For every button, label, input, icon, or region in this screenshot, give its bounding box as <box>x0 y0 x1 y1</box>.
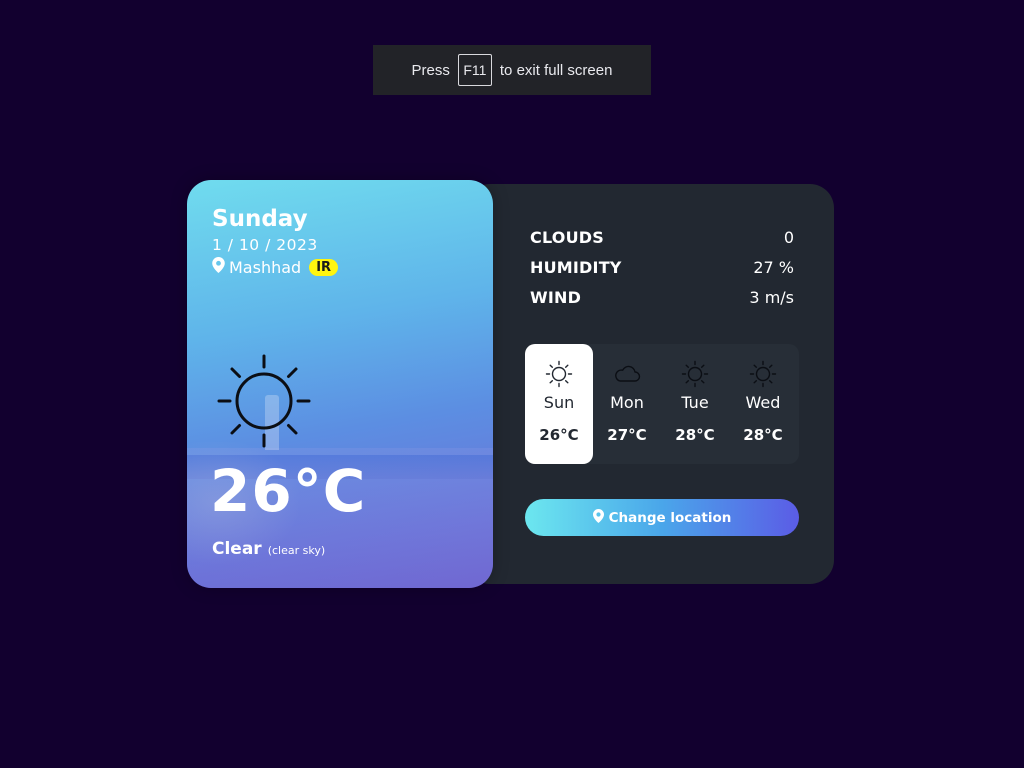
page: Press F11 to exit full screen CLOUDS 0 H… <box>0 0 1024 768</box>
day-temp: 28°C <box>675 426 715 444</box>
day-wed[interactable]: Wed 28°C <box>729 344 797 464</box>
day-temp: 26°C <box>539 426 579 444</box>
sun-icon <box>544 360 574 388</box>
city-name: Mashhad <box>229 257 302 277</box>
sun-icon <box>680 360 710 388</box>
week-forecast: Sun 26°C Mon 27°C Tue 28°C Wed 28°C <box>525 344 799 464</box>
day-mon[interactable]: Mon 27°C <box>593 344 661 464</box>
stat-wind: WIND 3 m/s <box>530 282 794 312</box>
day-name: Tue <box>681 393 709 412</box>
day-name: Sun <box>543 393 575 412</box>
sun-icon <box>748 360 778 388</box>
weather-info-panel: CLOUDS 0 HUMIDITY 27 % WIND 3 m/s Sun 26… <box>466 184 834 584</box>
stat-value: 27 % <box>753 257 794 277</box>
stat-label: CLOUDS <box>530 227 604 247</box>
current-day: Sunday <box>212 206 308 232</box>
change-location-button[interactable]: Change location <box>525 499 799 536</box>
stat-value: 3 m/s <box>749 287 794 307</box>
change-location-label: Change location <box>608 509 732 526</box>
fullscreen-notice: Press F11 to exit full screen <box>373 45 651 95</box>
location-pin-icon <box>212 257 225 277</box>
stat-clouds: CLOUDS 0 <box>530 222 794 252</box>
stat-label: HUMIDITY <box>530 257 622 277</box>
stat-label: WIND <box>530 287 582 307</box>
day-tue[interactable]: Tue 28°C <box>661 344 729 464</box>
fullscreen-notice-prefix: Press <box>411 61 450 79</box>
cloud-icon <box>612 360 642 388</box>
current-temperature: 26°C <box>210 457 367 525</box>
day-sun[interactable]: Sun 26°C <box>525 344 593 464</box>
condition-main: Clear <box>212 539 262 559</box>
location-pin-icon <box>592 508 604 527</box>
current-date: 1 / 10 / 2023 <box>212 236 318 254</box>
sun-icon <box>215 352 313 450</box>
day-name: Wed <box>745 393 781 412</box>
current-location: Mashhad IR <box>212 257 339 277</box>
country-badge: IR <box>309 258 339 276</box>
condition-detail: (clear sky) <box>267 544 326 557</box>
current-weather-card: Sunday 1 / 10 / 2023 Mashhad IR 26°C Cle… <box>187 180 493 588</box>
fullscreen-notice-suffix: to exit full screen <box>499 61 613 79</box>
weather-stats: CLOUDS 0 HUMIDITY 27 % WIND 3 m/s <box>530 222 794 312</box>
current-condition: Clear (clear sky) <box>212 539 325 559</box>
day-temp: 27°C <box>607 426 647 444</box>
day-temp: 28°C <box>743 426 783 444</box>
stat-humidity: HUMIDITY 27 % <box>530 252 794 282</box>
f11-key: F11 <box>457 54 492 86</box>
stat-value: 0 <box>783 227 794 247</box>
day-name: Mon <box>610 393 644 412</box>
